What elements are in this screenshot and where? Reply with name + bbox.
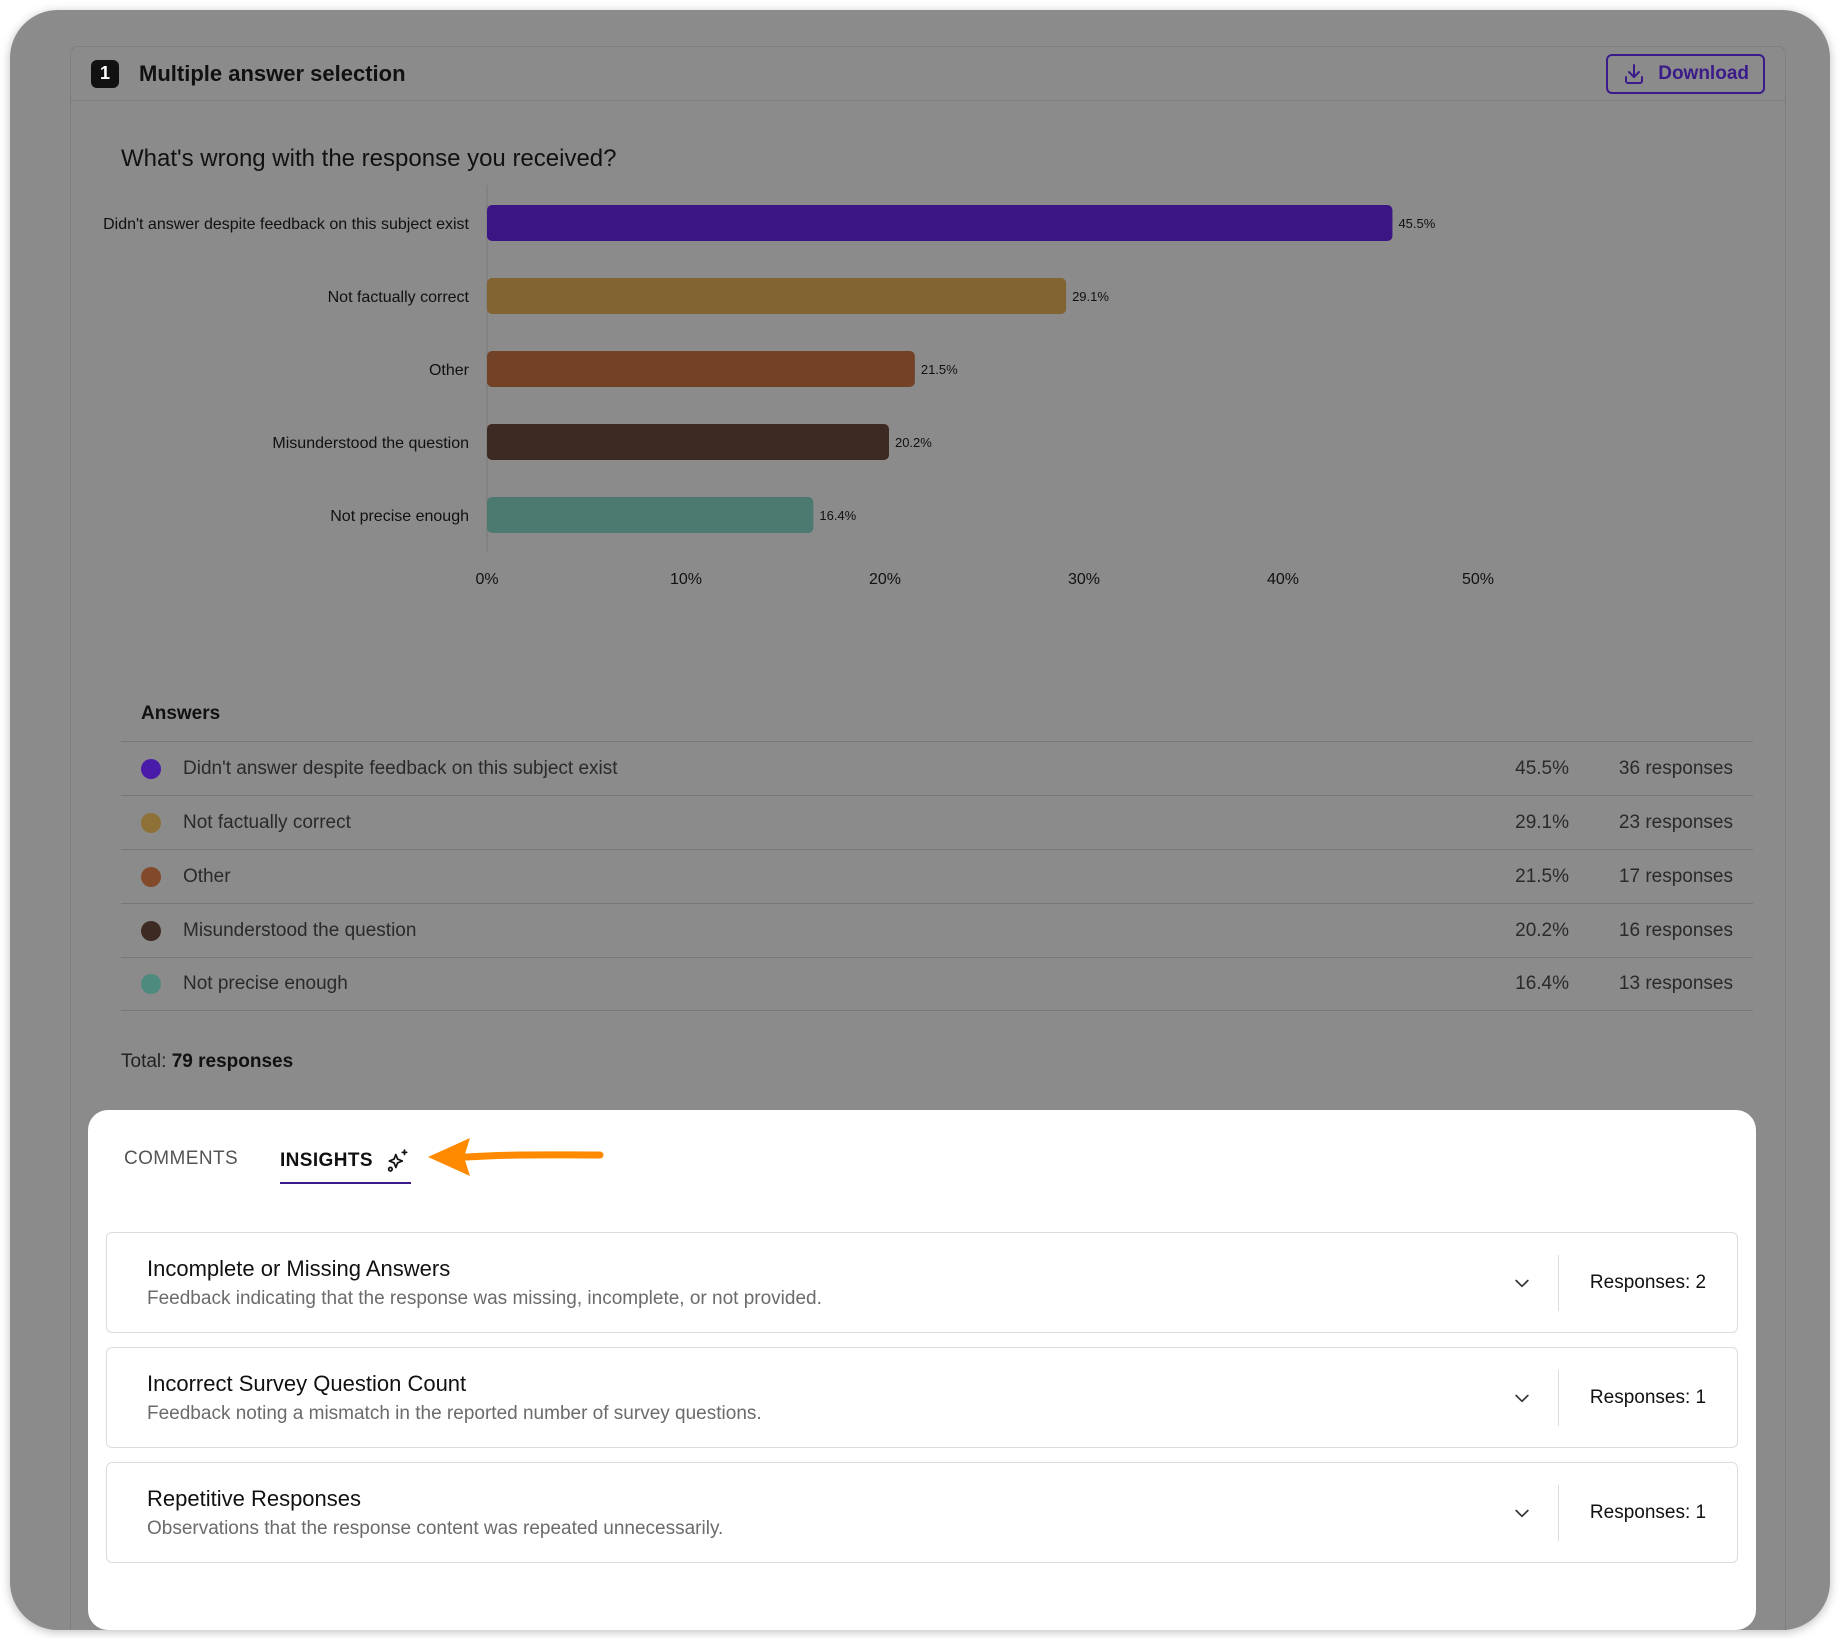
tab-insights-label: INSIGHTS	[280, 1150, 373, 1171]
insight-item[interactable]: Incorrect Survey Question Count Feedback …	[106, 1347, 1738, 1448]
chart-category-label: Not precise enough	[330, 508, 469, 525]
insight-responses: Responses: 1	[1589, 1386, 1707, 1408]
insight-description: Observations that the response content w…	[147, 1517, 724, 1539]
insight-responses: Responses: 1	[1589, 1501, 1707, 1523]
answer-row: Not precise enough 16.4% 13 responses	[121, 957, 1753, 1011]
chart-bar	[487, 497, 814, 533]
sparkles-icon	[387, 1149, 408, 1172]
modal-overlay: 1 Multiple answer selection Download Wha…	[10, 10, 1830, 1630]
insight-text: Incorrect Survey Question Count Feedback …	[107, 1371, 1502, 1425]
annotation-arrow	[428, 1138, 604, 1176]
chart-tick-label: 0%	[475, 571, 498, 588]
answer-row: Not factually correct 29.1% 23 responses	[121, 795, 1753, 849]
answer-responses: 16 responses	[1618, 919, 1733, 941]
answer-label: Misunderstood the question	[183, 919, 417, 941]
chart-category-label: Didn't answer despite feedback on this s…	[103, 216, 469, 233]
chart-bar	[487, 205, 1393, 241]
chart-tick-label: 30%	[1068, 571, 1100, 588]
chevron-down-icon[interactable]	[1502, 1273, 1542, 1293]
chevron-down-icon[interactable]	[1502, 1503, 1542, 1523]
answer-responses: 36 responses	[1618, 757, 1733, 779]
chart-bar	[487, 351, 915, 387]
chart-tick-label: 50%	[1462, 571, 1494, 588]
insights-panel: COMMENTS INSIGHTS Incomplete or Missing …	[88, 1110, 1756, 1630]
answer-percent: 29.1%	[1515, 811, 1569, 833]
answer-color-dot	[141, 866, 161, 887]
insight-title: Repetitive Responses	[147, 1485, 362, 1511]
answer-color-dot	[141, 920, 161, 941]
chart-bar	[487, 278, 1067, 314]
answer-percent: 20.2%	[1515, 919, 1569, 941]
chart-tick-label: 20%	[869, 571, 901, 588]
answer-color-dot	[141, 812, 161, 833]
total-label: Total:	[121, 1051, 167, 1072]
chart-data-label: 21.5%	[921, 362, 958, 377]
answer-color-dot	[141, 758, 161, 779]
tab-insights[interactable]: INSIGHTS	[280, 1148, 411, 1184]
total-responses: Total: 79 responses	[121, 1051, 293, 1073]
answer-responses: 23 responses	[1618, 811, 1733, 833]
chart-tick-label: 40%	[1267, 571, 1299, 588]
answer-label: Not factually correct	[183, 811, 351, 833]
insight-responses: Responses: 2	[1589, 1271, 1707, 1293]
answer-label: Didn't answer despite feedback on this s…	[183, 757, 618, 779]
chart-data-label: 29.1%	[1072, 289, 1109, 304]
insight-item[interactable]: Repetitive Responses Observations that th…	[106, 1462, 1738, 1563]
insight-text: Incomplete or Missing Answers Feedback in…	[107, 1256, 1502, 1310]
answers-title: Answers	[141, 703, 221, 724]
answer-percent: 45.5%	[1515, 757, 1569, 779]
answer-color-dot	[141, 974, 161, 994]
chart-data-label: 20.2%	[895, 435, 932, 450]
answer-percent: 16.4%	[1515, 973, 1569, 994]
bar-chart: Didn't answer despite feedback on this s…	[103, 185, 1494, 588]
answers-table: Didn't answer despite feedback on this s…	[121, 741, 1753, 1011]
chart-data-label: 16.4%	[819, 508, 856, 523]
chart-tick-label: 10%	[670, 571, 702, 588]
answer-responses: 17 responses	[1618, 865, 1733, 887]
answer-label: Other	[183, 865, 231, 887]
answer-percent: 21.5%	[1515, 865, 1569, 887]
answer-row: Other 21.5% 17 responses	[121, 849, 1753, 903]
insight-text: Repetitive Responses Observations that th…	[107, 1486, 1502, 1540]
chart-data-label: 45.5%	[1398, 216, 1435, 231]
insight-description: Feedback noting a mismatch in the report…	[147, 1402, 762, 1424]
answer-responses: 13 responses	[1618, 973, 1733, 994]
chart-category-label: Other	[429, 362, 470, 379]
chart-category-label: Not factually correct	[328, 289, 470, 306]
tabs: COMMENTS INSIGHTS	[106, 1110, 1738, 1210]
tab-comments[interactable]: COMMENTS	[124, 1148, 238, 1170]
insight-title: Incomplete or Missing Answers	[147, 1255, 451, 1281]
chevron-down-icon[interactable]	[1502, 1388, 1542, 1408]
insight-title: Incorrect Survey Question Count	[147, 1370, 467, 1396]
chart-bar	[487, 424, 889, 460]
insight-description: Feedback indicating that the response wa…	[147, 1287, 822, 1309]
answer-label: Not precise enough	[183, 973, 348, 994]
insight-item[interactable]: Incomplete or Missing Answers Feedback in…	[106, 1232, 1738, 1333]
total-value: 79 responses	[171, 1051, 294, 1072]
answer-row: Misunderstood the question 20.2% 16 respon…	[121, 903, 1753, 957]
answer-row: Didn't answer despite feedback on this s…	[121, 741, 1753, 795]
chart-category-label: Misunderstood the question	[272, 435, 469, 452]
